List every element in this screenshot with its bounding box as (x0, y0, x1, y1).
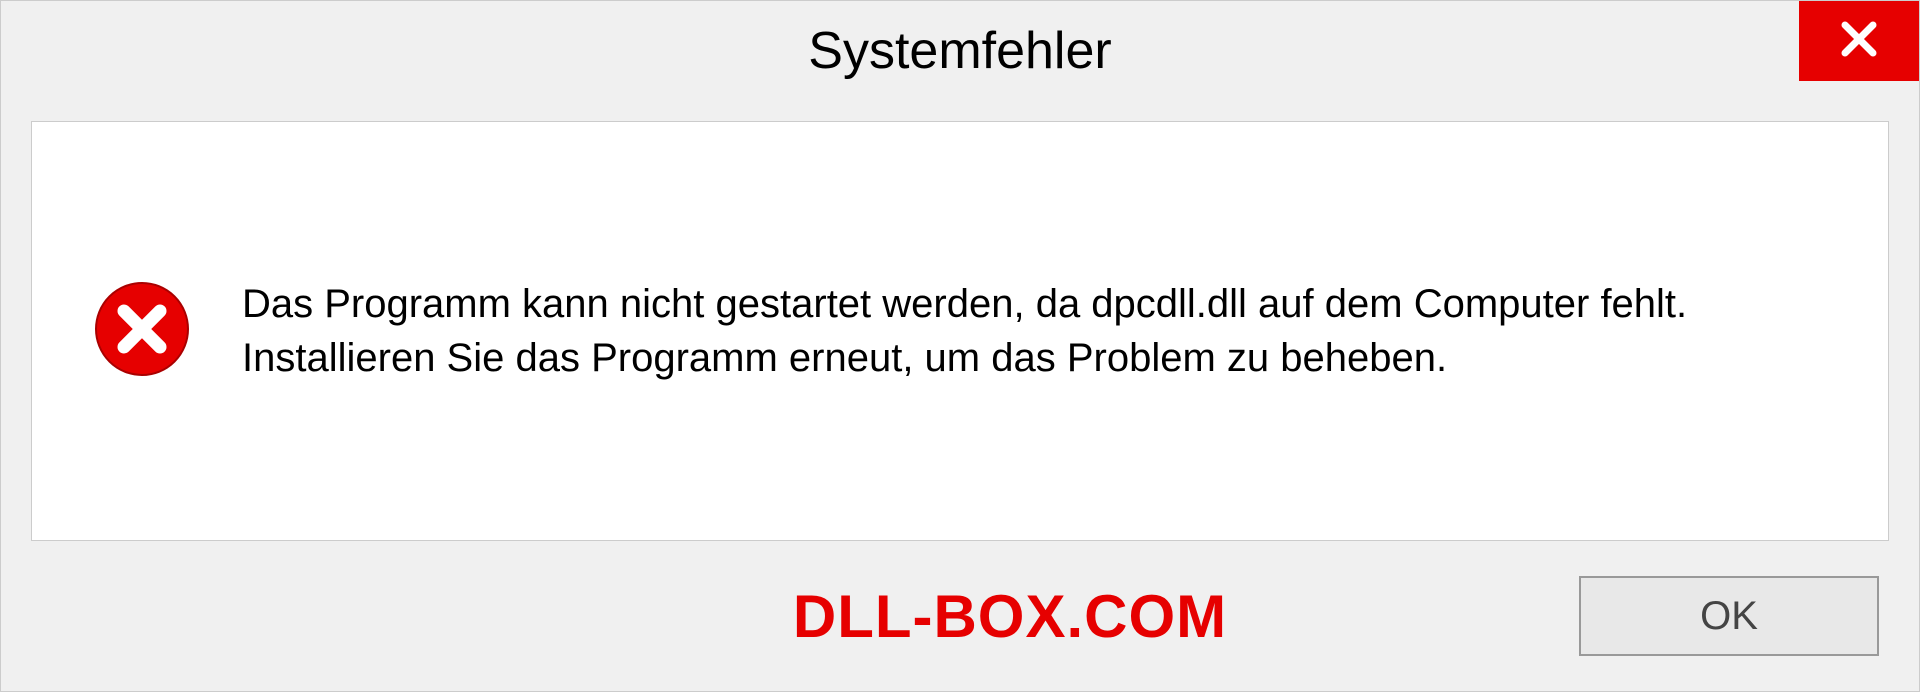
watermark-text: DLL-BOX.COM (441, 582, 1579, 651)
error-message: Das Programm kann nicht gestartet werden… (242, 277, 1828, 385)
content-area: Das Programm kann nicht gestartet werden… (31, 121, 1889, 541)
error-dialog: Systemfehler Das Programm kann nicht ges… (0, 0, 1920, 692)
ok-button[interactable]: OK (1579, 576, 1879, 656)
close-button[interactable] (1799, 1, 1919, 81)
ok-button-label: OK (1700, 594, 1758, 639)
footer: DLL-BOX.COM OK (1, 561, 1919, 691)
titlebar: Systemfehler (1, 1, 1919, 101)
error-icon (92, 279, 192, 384)
close-icon (1839, 19, 1879, 64)
dialog-title: Systemfehler (808, 21, 1111, 81)
